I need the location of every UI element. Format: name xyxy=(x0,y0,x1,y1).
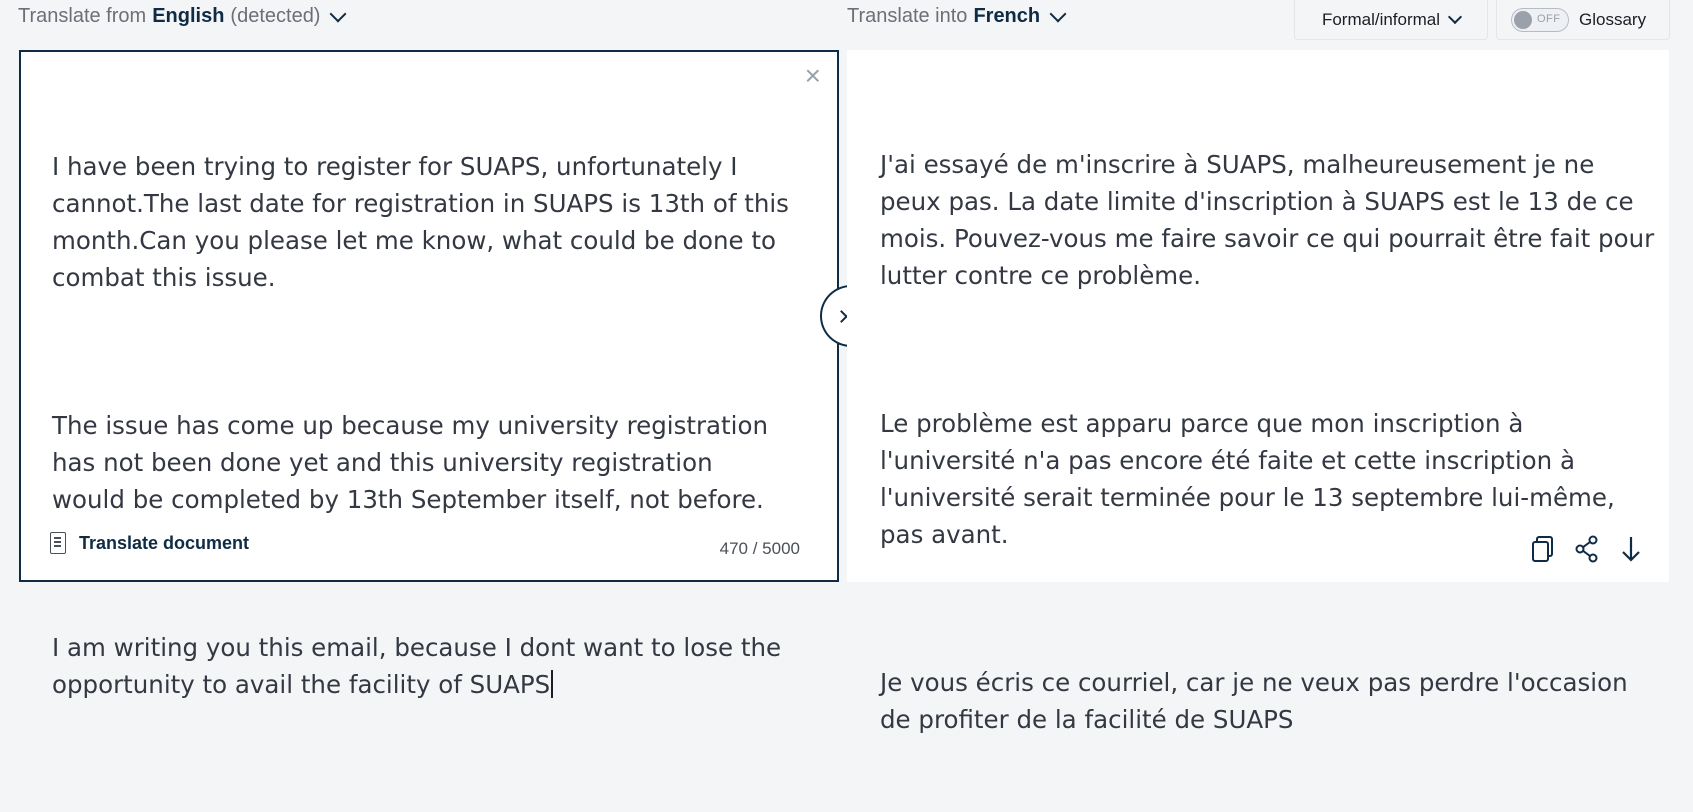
target-paragraph: Je vous écris ce courriel, car je ne veu… xyxy=(880,668,1636,734)
share-icon[interactable] xyxy=(1573,534,1601,564)
top-bar: Translate from English (detected) Transl… xyxy=(0,0,1693,40)
translate-document-button[interactable]: Translate document xyxy=(50,532,249,554)
glossary-label: Glossary xyxy=(1579,9,1647,29)
character-count: 470 / 5000 xyxy=(719,539,800,558)
output-actions xyxy=(1529,534,1645,564)
source-text-input[interactable]: I have been trying to register for SUAPS… xyxy=(52,74,792,777)
detected-label: (detected) xyxy=(230,5,321,27)
formality-label: Formal/informal xyxy=(1321,9,1441,29)
chevron-down-icon xyxy=(329,5,347,22)
target-language-name: French xyxy=(973,5,1041,27)
source-language-selector[interactable]: Translate from English (detected) xyxy=(18,5,347,28)
copy-icon[interactable] xyxy=(1529,534,1557,564)
target-paragraph: Le problème est apparu parce que mon ins… xyxy=(880,409,1623,549)
source-paragraph-text: I am writing you this email, because I d… xyxy=(52,633,789,699)
close-icon: × xyxy=(804,60,821,91)
source-paragraph: The issue has come up because my univers… xyxy=(52,411,776,514)
source-language-name: English xyxy=(152,5,225,27)
target-paragraph: J'ai essayé de m'inscrire à SUAPS, malhe… xyxy=(880,150,1662,290)
download-icon[interactable] xyxy=(1617,534,1645,564)
glossary-button[interactable]: OFF Glossary xyxy=(1496,0,1670,40)
toggle-knob xyxy=(1514,10,1532,29)
document-icon xyxy=(50,532,66,554)
toggle-state-label: OFF xyxy=(1537,12,1561,25)
source-language-prefix: Translate from xyxy=(18,5,147,27)
chevron-down-icon xyxy=(1049,5,1067,22)
chevron-right-icon xyxy=(835,309,848,323)
target-language-prefix: Translate into xyxy=(847,5,968,27)
translate-document-label: Translate document xyxy=(79,532,250,553)
target-text-output: J'ai essayé de m'inscrire à SUAPS, malhe… xyxy=(880,72,1660,812)
source-paragraph: I am writing you this email, because I d… xyxy=(52,629,792,703)
clear-text-button[interactable]: × xyxy=(805,62,821,90)
glossary-toggle[interactable]: OFF xyxy=(1511,7,1569,32)
target-language-selector[interactable]: Translate into French xyxy=(847,5,1067,28)
target-text-panel: J'ai essayé de m'inscrire à SUAPS, malhe… xyxy=(847,50,1669,734)
source-paragraph: I have been trying to register for SUAPS… xyxy=(52,152,797,292)
source-text-panel[interactable]: I have been trying to register for SUAPS… xyxy=(19,50,839,699)
formality-dropdown[interactable]: Formal/informal xyxy=(1294,0,1488,40)
chevron-down-icon xyxy=(1447,9,1463,25)
text-caret xyxy=(551,670,553,698)
